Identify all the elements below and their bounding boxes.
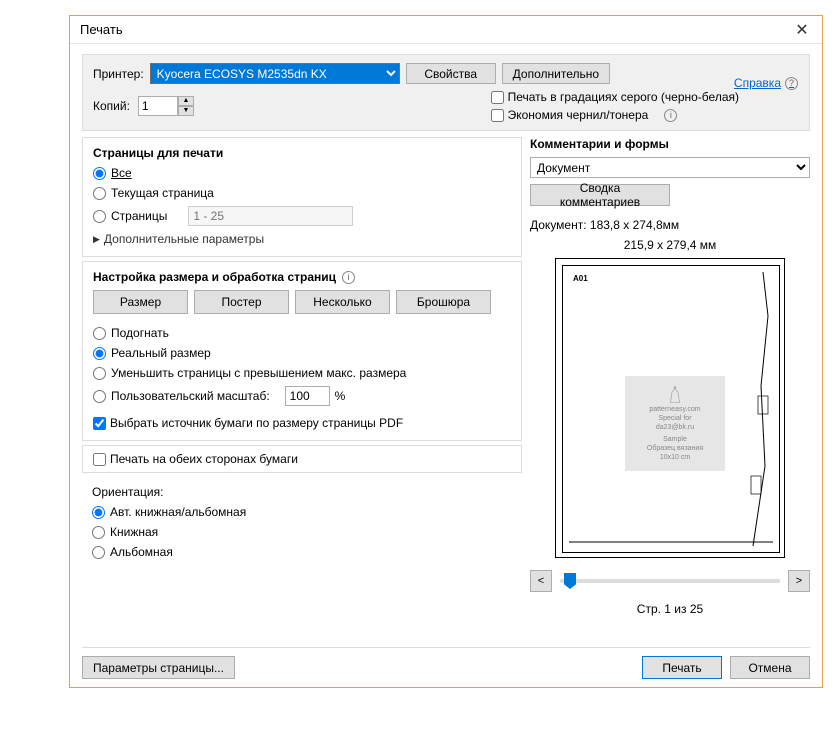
choose-source-checkbox[interactable]: Выбрать источник бумаги по размеру стран… bbox=[93, 416, 511, 430]
copies-label: Копий: bbox=[93, 99, 130, 113]
next-page-button[interactable]: > bbox=[788, 570, 810, 592]
preview-paper-size: 215,9 x 279,4 мм bbox=[530, 238, 810, 252]
close-icon[interactable]: ✕ bbox=[790, 20, 814, 40]
booklet-button[interactable]: Брошюра bbox=[396, 290, 491, 314]
comments-summary-button[interactable]: Сводка комментариев bbox=[530, 184, 670, 206]
radio-orient-portrait[interactable]: Книжная bbox=[92, 525, 512, 539]
multiple-button[interactable]: Несколько bbox=[295, 290, 390, 314]
radio-all[interactable]: Все bbox=[93, 166, 511, 180]
poster-button[interactable]: Постер bbox=[194, 290, 289, 314]
slider-thumb[interactable] bbox=[564, 573, 576, 589]
sizing-group: Настройка размера и обработка страниц i … bbox=[82, 261, 522, 441]
print-button[interactable]: Печать bbox=[642, 656, 722, 679]
radio-orient-auto[interactable]: Авт. книжная/альбомная bbox=[92, 505, 512, 519]
size-button[interactable]: Размер bbox=[93, 290, 188, 314]
printer-section: Принтер: Kyocera ECOSYS M2535dn KX Свойс… bbox=[82, 54, 810, 131]
advanced-button[interactable]: Дополнительно bbox=[502, 63, 610, 84]
radio-pages[interactable]: Страницы bbox=[93, 209, 167, 223]
radio-custom-scale[interactable]: Пользовательский масштаб: bbox=[93, 389, 270, 403]
copies-up-button[interactable]: ▲ bbox=[178, 96, 194, 106]
preview-area: A01 patterneasy.com bbox=[555, 258, 785, 558]
more-options-expander[interactable]: ▶ Дополнительные параметры bbox=[93, 232, 511, 246]
duplex-checkbox[interactable]: Печать на обеих сторонах бумаги bbox=[93, 452, 511, 466]
radio-current[interactable]: Текущая страница bbox=[93, 186, 511, 200]
pages-group: Страницы для печати Все Текущая страница… bbox=[82, 137, 522, 257]
pages-title: Страницы для печати bbox=[93, 146, 511, 160]
watermark: patterneasy.com Special for da23@bk.ru S… bbox=[625, 376, 725, 471]
duplex-group: Печать на обеих сторонах бумаги bbox=[82, 445, 522, 473]
print-dialog: Печать ✕ Принтер: Kyocera ECOSYS M2535dn… bbox=[69, 15, 823, 688]
dialog-title: Печать bbox=[80, 22, 123, 37]
radio-fit[interactable]: Подогнать bbox=[93, 326, 511, 340]
cancel-button[interactable]: Отмена bbox=[730, 656, 810, 679]
page-indicator: Стр. 1 из 25 bbox=[530, 602, 810, 616]
page-setup-button[interactable]: Параметры страницы... bbox=[82, 656, 235, 679]
radio-actual[interactable]: Реальный размер bbox=[93, 346, 511, 360]
savetoner-checkbox[interactable]: Экономия чернил/тонера i bbox=[491, 108, 739, 122]
printer-label: Принтер: bbox=[93, 67, 144, 81]
orientation-group: Ориентация: Авт. книжная/альбомная Книжн… bbox=[82, 477, 522, 569]
radio-shrink[interactable]: Уменьшить страницы с превышением макс. р… bbox=[93, 366, 511, 380]
pages-range-input[interactable] bbox=[188, 206, 353, 226]
info-icon: i bbox=[342, 271, 355, 284]
page-slider[interactable] bbox=[560, 579, 780, 583]
help-icon: ? bbox=[785, 77, 798, 90]
titlebar: Печать ✕ bbox=[70, 16, 822, 44]
prev-page-button[interactable]: < bbox=[530, 570, 552, 592]
comments-select[interactable]: Документ bbox=[530, 157, 810, 178]
copies-input[interactable] bbox=[138, 96, 178, 116]
help-link[interactable]: Справка ? bbox=[734, 76, 798, 90]
orientation-title: Ориентация: bbox=[92, 485, 512, 499]
printer-select[interactable]: Kyocera ECOSYS M2535dn KX bbox=[150, 63, 400, 84]
scale-input[interactable] bbox=[285, 386, 330, 406]
radio-orient-landscape[interactable]: Альбомная bbox=[92, 545, 512, 559]
copies-down-button[interactable]: ▼ bbox=[178, 106, 194, 116]
comments-title: Комментарии и формы bbox=[530, 137, 810, 151]
sizing-title: Настройка размера и обработка страниц bbox=[93, 270, 336, 284]
grayscale-checkbox[interactable]: Печать в градациях серого (черно-белая) bbox=[491, 90, 739, 104]
document-size: Документ: 183,8 x 274,8мм bbox=[530, 218, 810, 232]
chevron-right-icon: ▶ bbox=[93, 234, 100, 245]
properties-button[interactable]: Свойства bbox=[406, 63, 496, 84]
info-icon: i bbox=[664, 109, 677, 122]
dress-icon bbox=[667, 386, 683, 404]
